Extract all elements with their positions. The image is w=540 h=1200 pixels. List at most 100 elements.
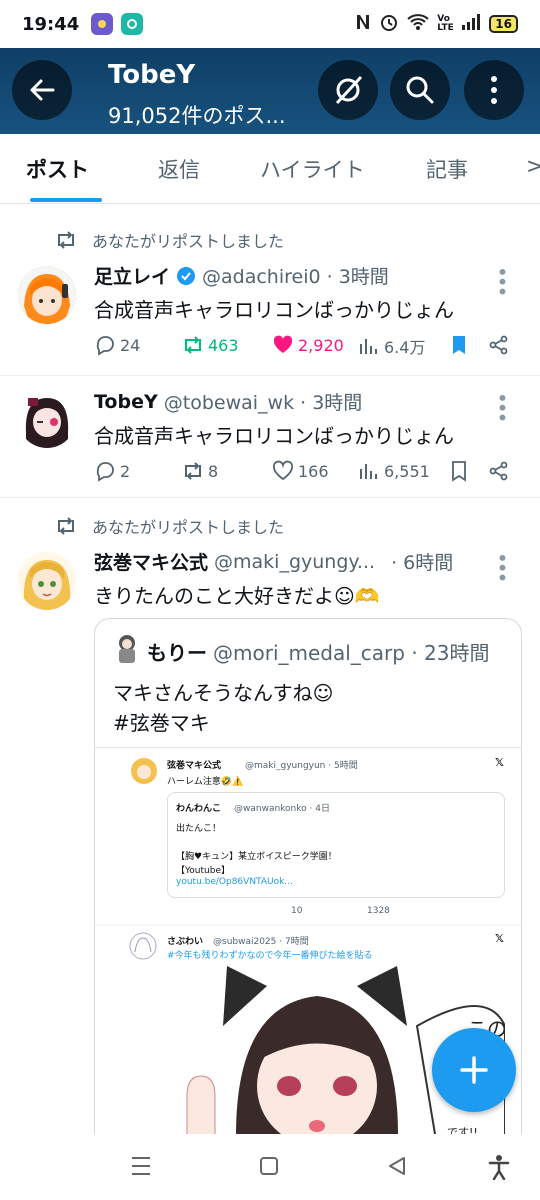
system-back-button[interactable] (386, 1154, 408, 1182)
profile-title: TobeY (108, 60, 196, 90)
status-time: 19:44 (22, 13, 80, 35)
image-inner-line2: 【胸♥キュン】某立ボイスピーク学園！ (176, 852, 337, 862)
share-button[interactable] (488, 334, 510, 356)
avatar[interactable] (18, 390, 76, 448)
post-text: 合成音声キャラロリコンばっかりじょん (94, 424, 454, 448)
search-button[interactable] (390, 60, 450, 120)
post-item[interactable]: あなたがリポストしました 足立レイ @adachirei0 · 3時間 ••• … (0, 204, 540, 376)
like-button[interactable]: 166 (272, 460, 329, 482)
accessibility-icon (488, 1155, 510, 1181)
avatar[interactable] (18, 552, 76, 610)
image-author-handle-2: @subwai2025 · 7時間 (213, 937, 309, 947)
reply-count: 2 (120, 461, 131, 481)
quote-author-handle: @mori_medal_carp · 23時間 (213, 641, 490, 665)
post-feed[interactable]: あなたがリポストしました 足立レイ @adachirei0 · 3時間 ••• … (0, 204, 540, 1134)
heart-filled-icon (273, 335, 293, 353)
author-handle[interactable]: @adachirei0 · 3時間 (202, 262, 389, 289)
verified-badge-icon (177, 266, 196, 285)
grok-icon (335, 75, 363, 105)
quote-hashtag[interactable]: #弦巻マキ (113, 707, 210, 736)
post-time: · 6時間 (391, 552, 454, 574)
repost-icon (58, 231, 74, 249)
tab-articles[interactable]: 記事 (426, 154, 468, 184)
repost-count: 463 (208, 335, 239, 355)
share-icon (489, 461, 508, 481)
post-text: きりたんのこと大好きだよ☺🫶 (94, 584, 380, 608)
quote-author-name: もりー (147, 641, 207, 665)
image-tweet-text-2: #今年も残りわずかなので今年一番伸びた絵を貼る (167, 951, 373, 961)
more-options-button[interactable] (464, 60, 524, 120)
repost-button[interactable]: 8 (182, 460, 218, 482)
reply-count: 24 (120, 335, 141, 355)
weather-app-icon (91, 13, 114, 35)
grok-button[interactable] (318, 60, 378, 120)
status-bar: 19:44 Vo LTE 16 (0, 0, 540, 48)
author-name[interactable]: 足立レイ (94, 262, 170, 289)
like-button[interactable]: 2,920 (272, 334, 344, 356)
image-inner-line1: 出たんこ！ (176, 824, 222, 834)
system-nav-bar (0, 1134, 540, 1200)
view-count: 6.4万 (384, 338, 426, 357)
author-name[interactable]: TobeY (94, 391, 158, 413)
x-logo-icon: 𝕏 (495, 932, 504, 945)
tab-replies[interactable]: 返信 (158, 154, 200, 184)
bookmark-button[interactable] (448, 460, 470, 482)
wifi-icon (407, 13, 429, 35)
repost-button[interactable]: 463 (182, 334, 239, 356)
signal-icon (461, 13, 481, 35)
views-button[interactable]: 6.4万 (358, 334, 425, 358)
image-inner-handle: @wanwankonko · 4日 (234, 804, 330, 814)
tab-posts[interactable]: ポスト (26, 154, 89, 184)
post-author-row: 弦巻マキ公式 @maki_gyungy... · 6時間 (94, 548, 453, 575)
reply-button[interactable]: 2 (94, 460, 130, 482)
tab-scroll-right[interactable]: > (526, 154, 540, 178)
square-icon (260, 1157, 278, 1175)
triangle-back-icon (389, 1157, 405, 1175)
author-handle[interactable]: @maki_gyungy... (214, 551, 375, 573)
profile-header: TobeY 91,052件のポス... (0, 48, 540, 134)
back-button[interactable] (12, 60, 72, 120)
status-icons: Vo LTE 16 (355, 12, 518, 36)
avatar[interactable] (18, 266, 76, 324)
author-name[interactable]: 弦巻マキ公式 (94, 548, 208, 575)
like-count: 166 (298, 461, 329, 481)
image-like-count: 10 (291, 906, 303, 916)
x-logo-icon: 𝕏 (495, 756, 504, 769)
search-icon (406, 76, 434, 104)
repost-indicator: あなたがリポストしました (54, 228, 284, 252)
repost-count: 8 (208, 461, 219, 481)
quote-author-row: もりー @mori_medal_carp · 23時間 (147, 637, 489, 666)
recent-apps-button[interactable] (130, 1154, 152, 1182)
plus-icon (460, 1056, 488, 1084)
bookmark-icon (452, 461, 466, 482)
bookmark-button[interactable] (448, 334, 470, 356)
author-handle[interactable]: @tobewai_wk · 3時間 (164, 388, 363, 415)
compose-post-button[interactable] (432, 1028, 516, 1112)
image-view-count: 1328 (367, 906, 390, 916)
post-item[interactable]: TobeY @tobewai_wk · 3時間 ••• 合成音声キャラロリコンば… (0, 376, 540, 498)
repost-label: あなたがリポストしました (92, 232, 285, 251)
repost-icon (185, 462, 201, 480)
image-author-name-2: さぶわい (167, 937, 204, 947)
quote-text-line1: マキさんそうなんすね☺ (113, 681, 334, 705)
views-button[interactable]: 6,551 (358, 460, 430, 482)
heart-outline-icon (272, 460, 294, 481)
post-menu-icon[interactable]: ••• (490, 552, 514, 581)
share-button[interactable] (488, 460, 510, 482)
menu-lines-icon (132, 1157, 150, 1175)
post-menu-icon[interactable]: ••• (490, 266, 514, 295)
views-chart-icon (360, 339, 377, 354)
post-menu-icon[interactable]: ••• (490, 392, 514, 421)
tab-highlights[interactable]: ハイライト (260, 154, 365, 184)
accessibility-button[interactable] (488, 1154, 510, 1184)
alarm-icon (379, 12, 399, 36)
profile-tabs: ポスト 返信 ハイライト 記事 > (0, 134, 540, 204)
reply-button[interactable]: 24 (94, 334, 140, 356)
view-count: 6,551 (384, 461, 430, 481)
like-count: 2,920 (298, 335, 344, 355)
home-button[interactable] (258, 1154, 280, 1182)
speech-bubble-text-2: です!! (447, 1126, 478, 1134)
repost-label: あなたがリポストしました (92, 518, 285, 537)
bookmark-filled-icon (453, 336, 465, 354)
battery-indicator: 16 (489, 15, 518, 33)
